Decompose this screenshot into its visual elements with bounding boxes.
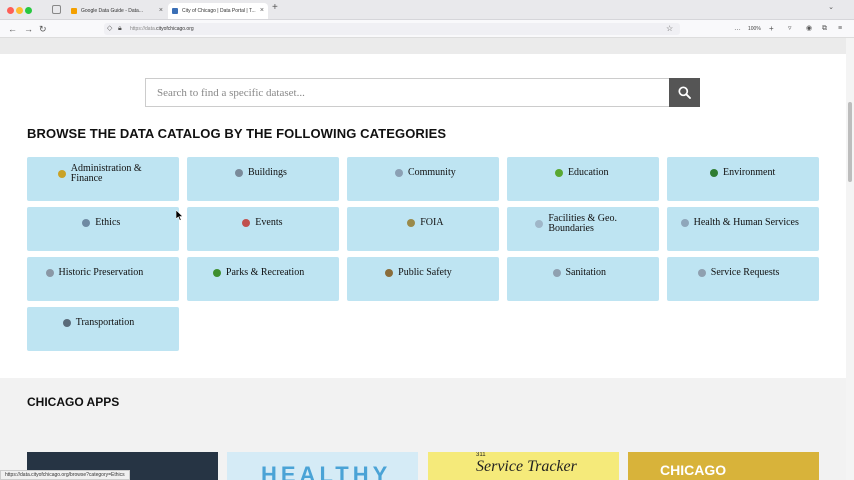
zoom-in-icon[interactable]: + <box>769 23 774 35</box>
foia-icon <box>407 219 416 227</box>
shield-icon[interactable]: ◇ <box>107 23 112 35</box>
mouse-cursor-icon <box>176 210 184 221</box>
category-label: Transportation <box>75 317 135 328</box>
category-tile[interactable]: Health & Human Services <box>667 207 819 251</box>
page-scrollbar[interactable] <box>846 38 854 480</box>
close-tab-icon[interactable]: × <box>260 3 264 19</box>
category-tile[interactable]: Service Requests <box>667 257 819 301</box>
minimize-window-icon[interactable] <box>16 7 23 14</box>
bank-icon <box>57 170 66 178</box>
zoom-level[interactable]: 100% <box>748 23 761 35</box>
category-label: Administration & Finance <box>70 163 142 184</box>
apple-icon <box>554 169 563 177</box>
extensions-icon[interactable]: ⧉ <box>822 23 827 35</box>
category-tile[interactable]: Administration & Finance <box>27 157 179 201</box>
category-tile[interactable]: Events <box>187 207 339 251</box>
category-tile[interactable]: Buildings <box>187 157 339 201</box>
search-button[interactable] <box>669 78 700 107</box>
browser-nav-bar: ← → ↻ ◇ 🔒︎ https://data.cityofchicago.or… <box>0 20 854 38</box>
search-icon <box>678 86 691 99</box>
category-label: Sanitation <box>565 267 607 278</box>
tab-google-data-guide[interactable]: Google Data Guide - Data... × <box>67 3 167 19</box>
close-tab-icon[interactable]: × <box>159 3 163 19</box>
category-tile[interactable]: Environment <box>667 157 819 201</box>
park-icon <box>212 269 221 277</box>
category-label: Education <box>567 167 609 178</box>
category-label: Environment <box>723 167 776 178</box>
more-dots-icon[interactable]: … <box>734 23 741 35</box>
category-label: Ethics <box>95 217 121 228</box>
health-icon <box>680 219 689 227</box>
category-tile[interactable]: Education <box>507 157 659 201</box>
category-tile[interactable]: Facilities & Geo. Boundaries <box>507 207 659 251</box>
link-status-bar: https://data.cityofchicago.org/browse?ca… <box>0 470 130 480</box>
service-icon <box>697 269 706 277</box>
new-tab-icon[interactable]: + <box>272 2 278 13</box>
chevron-down-icon[interactable]: ⌄ <box>828 3 834 11</box>
close-window-icon[interactable] <box>7 7 14 14</box>
catalog-heading: BROWSE THE DATA CATALOG BY THE FOLLOWING… <box>27 126 447 141</box>
community-icon <box>394 169 403 177</box>
category-label: Events <box>255 217 283 228</box>
scrollbar-thumb[interactable] <box>848 102 852 182</box>
category-label: Facilities & Geo. Boundaries <box>548 213 617 234</box>
tab-title: Google Data Guide - Data... <box>81 8 143 14</box>
calendar-icon <box>242 219 251 227</box>
back-icon[interactable]: ← <box>8 23 17 35</box>
police-car-icon <box>385 269 394 277</box>
header-strip <box>0 38 846 54</box>
url-text[interactable]: https://data.cityofchicago.org <box>130 23 194 35</box>
category-label: FOIA <box>420 217 444 228</box>
category-label: Buildings <box>247 167 287 178</box>
account-icon[interactable]: ◉ <box>806 23 812 35</box>
category-label: Public Safety <box>398 267 452 278</box>
favicon-icon <box>71 8 77 14</box>
category-tile[interactable]: Historic Preservation <box>27 257 179 301</box>
bus-icon <box>62 319 71 327</box>
apps-heading: CHICAGO APPS <box>27 395 120 409</box>
trash-icon <box>552 269 561 277</box>
category-label: Service Requests <box>710 267 780 278</box>
category-tile[interactable]: Public Safety <box>347 257 499 301</box>
category-tile[interactable]: Parks & Recreation <box>187 257 339 301</box>
tab-chicago-data-portal[interactable]: City of Chicago | Data Portal | T... × <box>168 3 268 19</box>
browser-tab-bar: Google Data Guide - Data... × City of Ch… <box>0 0 854 20</box>
app-card-service-tracker[interactable]: 311 Service Tracker <box>428 452 619 480</box>
column-icon <box>45 269 54 277</box>
tab-overview-icon[interactable] <box>52 5 61 14</box>
menu-icon[interactable]: ≡ <box>838 23 842 35</box>
category-label: Health & Human Services <box>693 217 799 228</box>
app-card-title: CHICAGO <box>660 462 727 478</box>
category-tile[interactable]: Ethics <box>27 207 179 251</box>
category-label: Historic Preservation <box>58 267 144 278</box>
category-tile[interactable]: Sanitation <box>507 257 659 301</box>
bookmark-star-icon[interactable]: ☆ <box>666 23 673 35</box>
favicon-icon <box>172 8 178 14</box>
forward-icon[interactable]: → <box>24 23 33 35</box>
category-tile[interactable]: Community <box>347 157 499 201</box>
building-icon <box>234 169 243 177</box>
search-input[interactable] <box>147 80 669 105</box>
app-card-healthy[interactable]: HEALTHY <box>227 452 418 480</box>
app-card-title: Service Tracker <box>476 458 577 475</box>
app-card-title: HEALTHY <box>261 462 392 480</box>
map-icon <box>535 220 544 228</box>
pocket-icon[interactable]: ▿ <box>788 23 792 35</box>
category-tile[interactable]: Transportation <box>27 307 179 351</box>
lock-icon: 🔒︎ <box>118 25 122 32</box>
reload-icon[interactable]: ↻ <box>39 23 47 35</box>
category-label: Community <box>407 167 456 178</box>
maximize-window-icon[interactable] <box>25 7 32 14</box>
scales-icon <box>82 219 91 227</box>
app-card-chicago[interactable]: CHICAGO <box>628 452 819 480</box>
dataset-search <box>145 78 700 107</box>
tab-title: City of Chicago | Data Portal | T... <box>182 8 256 14</box>
category-label: Parks & Recreation <box>225 267 305 278</box>
tree-icon <box>710 169 719 177</box>
category-tile[interactable]: FOIA <box>347 207 499 251</box>
